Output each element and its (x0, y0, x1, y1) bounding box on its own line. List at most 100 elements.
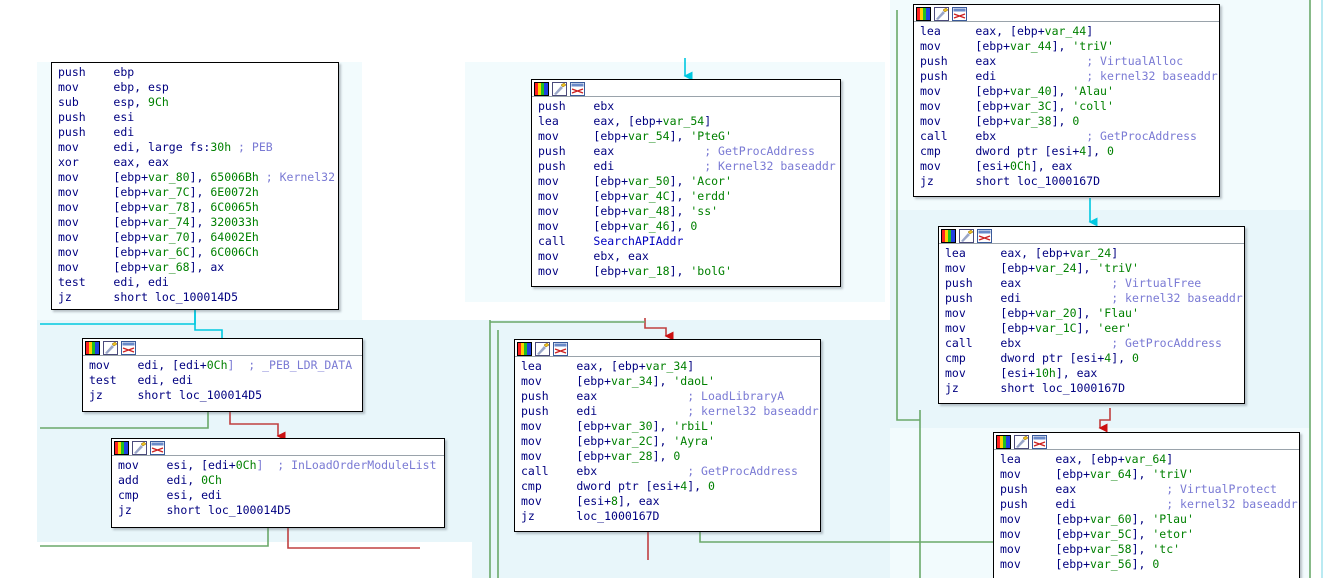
disasm-line[interactable]: jz short loc_100014D5 (58, 290, 334, 305)
block-titlebar[interactable] (112, 439, 444, 456)
disasm-line[interactable]: lea eax, [ebp+var_54] (538, 114, 836, 129)
disasm-line[interactable]: test edi, edi (58, 275, 334, 290)
disasm-line[interactable]: mov [ebp+var_38], 0 (920, 114, 1215, 129)
block-titlebar[interactable] (515, 340, 820, 357)
basic-block-resolve-loadlibrarya[interactable]: lea eax, [ebp+var_34]mov [ebp+var_34], '… (514, 339, 821, 532)
disasm-line[interactable]: push eax ; VirtualProtect (1000, 482, 1295, 497)
disasm-line[interactable]: lea eax, [ebp+var_44] (920, 24, 1215, 39)
disasm-line[interactable]: mov [esi+8], eax (521, 494, 816, 509)
disasm-line[interactable]: mov [ebp+var_70], 64002Eh (58, 230, 334, 245)
basic-block-resolve-virtualalloc[interactable]: lea eax, [ebp+var_44]mov [ebp+var_44], '… (913, 4, 1220, 197)
disasm-line[interactable]: mov [esi+10h], eax (945, 366, 1240, 381)
disasm-line[interactable]: mov [ebp+var_4C], 'erdd' (538, 189, 836, 204)
disasm-line[interactable]: mov [ebp+var_24], 'triV' (945, 261, 1240, 276)
disasm-line[interactable]: mov [esi+0Ch], eax (920, 159, 1215, 174)
disasm-line[interactable]: push edi ; kernel32 baseaddr (920, 69, 1215, 84)
edit-pencil-icon[interactable] (1014, 434, 1029, 448)
disasm-line[interactable]: push ebx (538, 99, 836, 114)
basic-block-inloadordermodulelist[interactable]: mov esi, [edi+0Ch] ; InLoadOrderModuleLi… (111, 438, 445, 528)
basic-block-resolve-virtualprotect[interactable]: lea eax, [ebp+var_64]mov [ebp+var_64], '… (993, 432, 1300, 578)
disasm-line[interactable]: cmp dword ptr [esi+4], 0 (945, 351, 1240, 366)
disasm-line[interactable]: cmp esi, edi (118, 488, 440, 503)
disasm-line[interactable]: jz short loc_100014D5 (118, 503, 440, 518)
color-palette-icon[interactable] (114, 440, 129, 454)
color-palette-icon[interactable] (996, 434, 1011, 448)
disasm-line[interactable]: push eax ; VirtualFree (945, 276, 1240, 291)
disasm-line[interactable]: lea eax, [ebp+var_34] (521, 359, 816, 374)
disasm-line[interactable]: mov [ebp+var_50], 'Acor' (538, 174, 836, 189)
disasm-line[interactable]: call SearchAPIAddr (538, 234, 836, 249)
disasm-line[interactable]: cmp dword ptr [esi+4], 0 (521, 479, 816, 494)
rename-window-icon[interactable] (121, 340, 136, 354)
disasm-line[interactable]: mov [ebp+var_3C], 'coll' (920, 99, 1215, 114)
disasm-line[interactable]: mov [ebp+var_68], ax (58, 260, 334, 275)
disasm-line[interactable]: mov [ebp+var_20], 'Flau' (945, 306, 1240, 321)
disasm-line[interactable]: mov [ebp+var_64], 'triV' (1000, 467, 1295, 482)
disasm-line[interactable]: mov [ebp+var_48], 'ss' (538, 204, 836, 219)
disasm-line[interactable]: push eax ; LoadLibraryA (521, 389, 816, 404)
basic-block-peb-ldr-data[interactable]: mov edi, [edi+0Ch] ; _PEB_LDR_DATAtest e… (82, 338, 363, 412)
rename-window-icon[interactable] (952, 6, 967, 20)
disasm-line[interactable]: mov [ebp+var_60], 'Plau' (1000, 512, 1295, 527)
disasm-line[interactable]: push eax ; VirtualAlloc (920, 54, 1215, 69)
color-palette-icon[interactable] (534, 81, 549, 95)
edit-pencil-icon[interactable] (552, 81, 567, 95)
disasm-line[interactable]: mov edi, large fs:30h ; PEB (58, 140, 334, 155)
edit-pencil-icon[interactable] (535, 341, 550, 355)
disasm-line[interactable]: jz short loc_1000167D (920, 174, 1215, 189)
disasm-line[interactable]: mov [ebp+var_34], 'daoL' (521, 374, 816, 389)
disasm-line[interactable]: xor eax, eax (58, 155, 334, 170)
disasm-line[interactable]: mov [ebp+var_44], 'triV' (920, 39, 1215, 54)
disasm-line[interactable]: push edi ; kernel32 baseaddr (1000, 497, 1295, 512)
color-palette-icon[interactable] (941, 228, 956, 242)
disasm-line[interactable]: mov edi, [edi+0Ch] ; _PEB_LDR_DATA (89, 358, 358, 373)
disasm-line[interactable]: add edi, 0Ch (118, 473, 440, 488)
disasm-line[interactable]: mov [ebp+var_58], 'tc' (1000, 542, 1295, 557)
disasm-line[interactable]: mov [ebp+var_2C], 'Ayra' (521, 434, 816, 449)
block-titlebar[interactable] (939, 227, 1244, 244)
disasm-line[interactable]: jz short loc_100014D5 (89, 388, 358, 403)
disasm-line[interactable]: mov [ebp+var_56], 0 (1000, 557, 1295, 572)
disasm-line[interactable]: push edi ; kernel32 baseaddr (945, 291, 1240, 306)
block-titlebar[interactable] (994, 433, 1299, 450)
edit-pencil-icon[interactable] (934, 6, 949, 20)
disasm-line[interactable]: jz loc_1000167D (521, 509, 816, 524)
edit-pencil-icon[interactable] (959, 228, 974, 242)
color-palette-icon[interactable] (85, 340, 100, 354)
disasm-line[interactable]: push edi ; Kernel32 baseaddr (538, 159, 836, 174)
rename-window-icon[interactable] (1032, 434, 1047, 448)
basic-block-resolve-getprocaddress[interactable]: push ebxlea eax, [ebp+var_54]mov [ebp+va… (531, 79, 841, 287)
disasm-line[interactable]: mov ebp, esp (58, 80, 334, 95)
edit-pencil-icon[interactable] (103, 340, 118, 354)
disasm-line[interactable]: mov [ebp+var_18], 'bolG' (538, 264, 836, 279)
disasm-line[interactable]: mov ebx, eax (538, 249, 836, 264)
disasm-line[interactable]: call ebx ; GetProcAddress (945, 336, 1240, 351)
disasm-line[interactable]: mov [ebp+var_40], 'Alau' (920, 84, 1215, 99)
block-titlebar[interactable] (532, 80, 840, 97)
edit-pencil-icon[interactable] (132, 440, 147, 454)
disasm-line[interactable]: mov [ebp+var_1C], 'eer' (945, 321, 1240, 336)
disasm-line[interactable]: push ebp (58, 65, 334, 80)
rename-window-icon[interactable] (977, 228, 992, 242)
disasm-line[interactable]: mov [ebp+var_80], 65006Bh ; Kernel32 (58, 170, 334, 185)
basic-block-entry[interactable]: push ebpmov ebp, espsub esp, 9Chpush esi… (51, 62, 339, 310)
disasm-line[interactable]: push esi (58, 110, 334, 125)
block-titlebar[interactable] (83, 339, 362, 356)
rename-window-icon[interactable] (553, 341, 568, 355)
disasm-line[interactable]: mov [ebp+var_6C], 6C006Ch (58, 245, 334, 260)
disasm-line[interactable]: sub esp, 9Ch (58, 95, 334, 110)
disasm-line[interactable]: mov [ebp+var_5C], 'etor' (1000, 527, 1295, 542)
disasm-line[interactable]: mov [ebp+var_7C], 6E0072h (58, 185, 334, 200)
disasm-line[interactable]: test edi, edi (89, 373, 358, 388)
rename-window-icon[interactable] (150, 440, 165, 454)
disasm-line[interactable]: call ebx ; GetProcAddress (920, 129, 1215, 144)
disasm-line[interactable]: mov [ebp+var_78], 6C0065h (58, 200, 334, 215)
disasm-line[interactable]: cmp dword ptr [esi+4], 0 (920, 144, 1215, 159)
disasm-line[interactable]: lea eax, [ebp+var_64] (1000, 452, 1295, 467)
rename-window-icon[interactable] (570, 81, 585, 95)
disasm-line[interactable]: lea eax, [ebp+var_24] (945, 246, 1240, 261)
disasm-line[interactable]: call ebx ; GetProcAddress (521, 464, 816, 479)
disasm-line[interactable]: push edi ; kernel32 baseaddr (521, 404, 816, 419)
color-palette-icon[interactable] (517, 341, 532, 355)
disasm-line[interactable]: mov [ebp+var_54], 'PteG' (538, 129, 836, 144)
